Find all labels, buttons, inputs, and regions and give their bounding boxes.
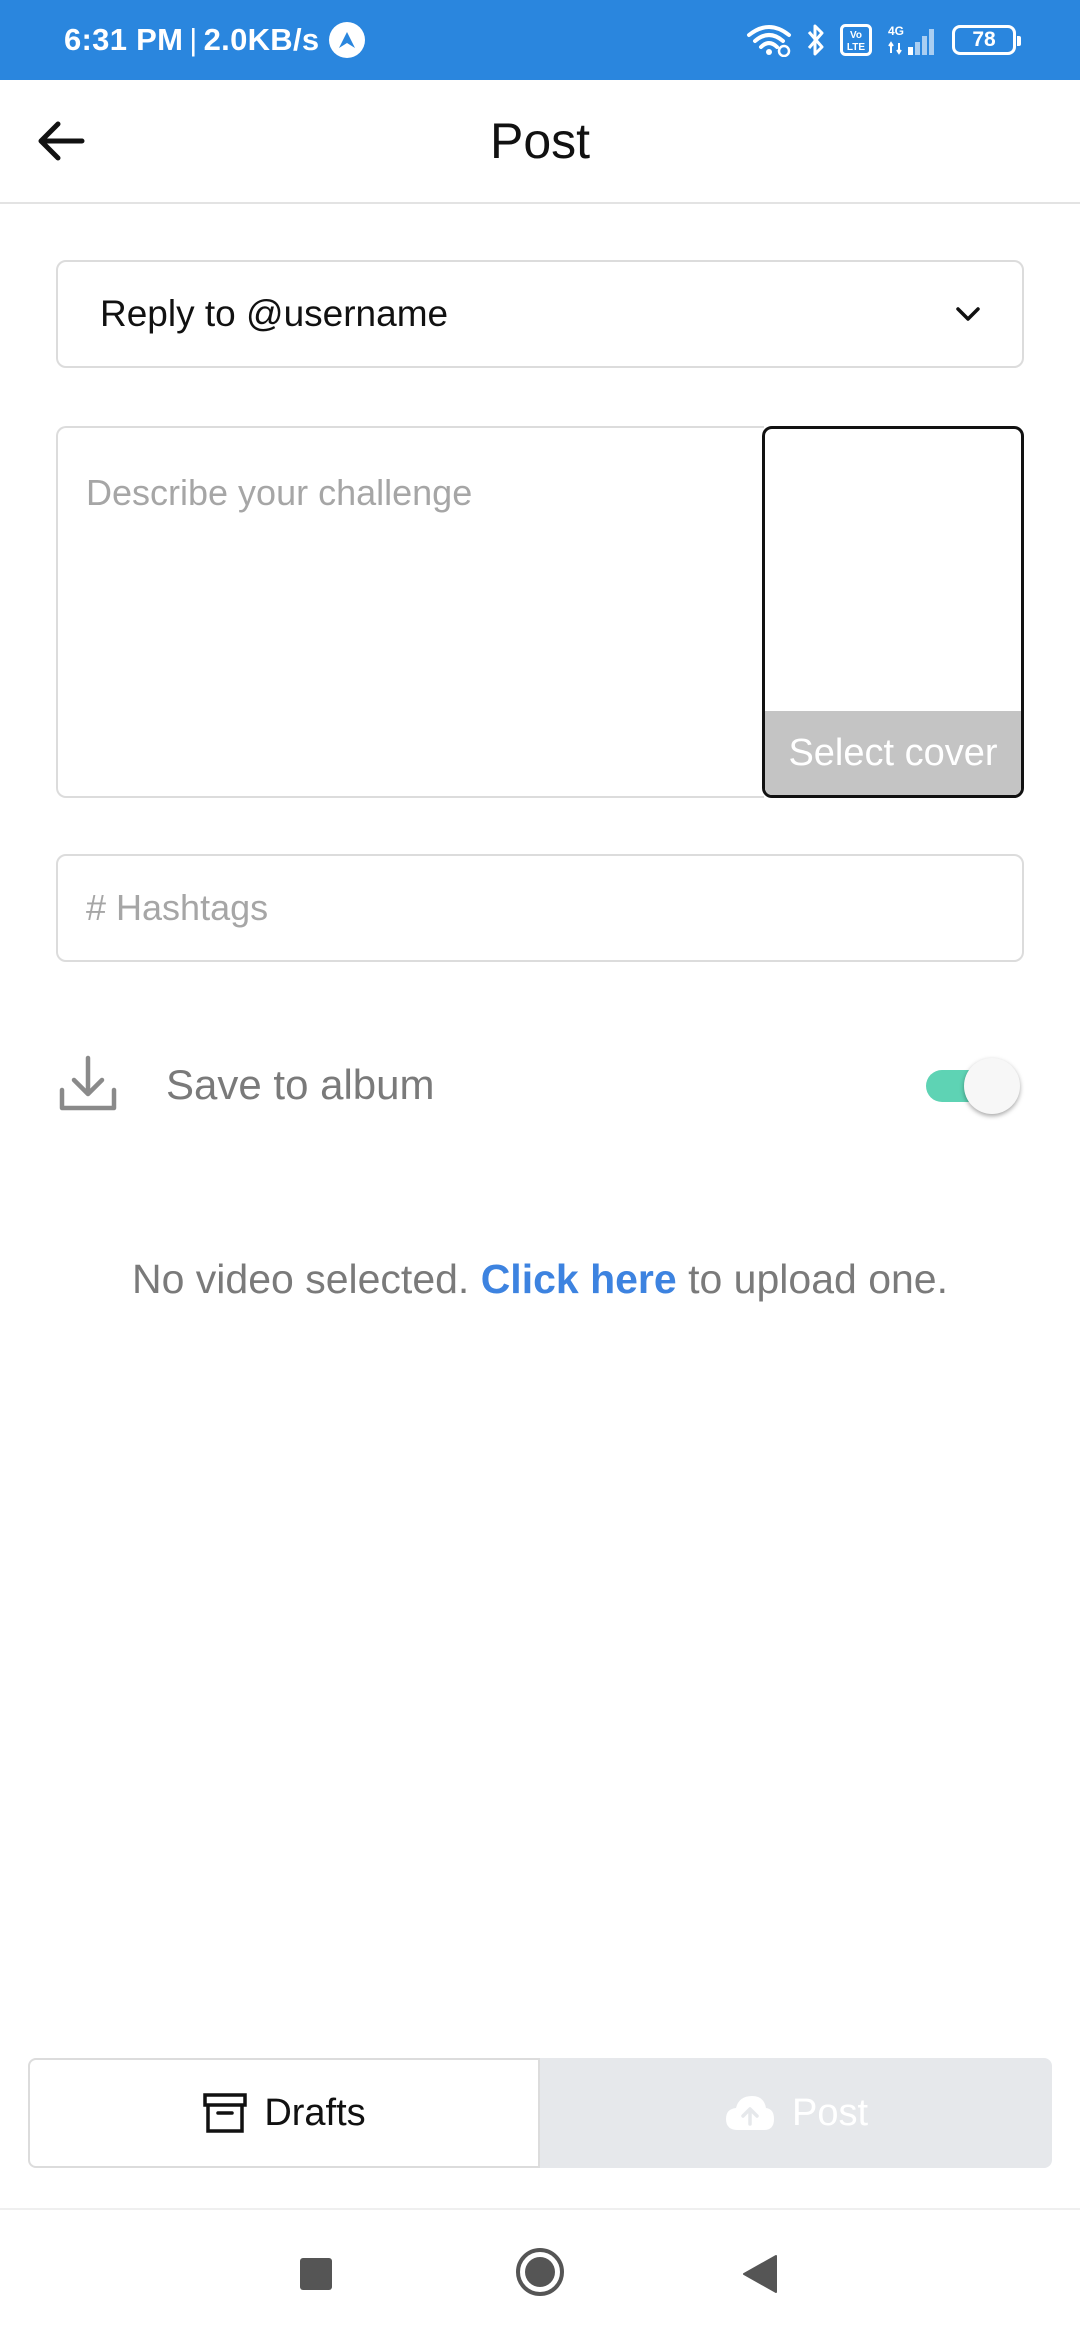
download-icon [59, 1055, 117, 1111]
cellular-signal-icon: 4G [886, 23, 938, 57]
status-bar-right: Vo LTE 4G 78 [746, 0, 1021, 80]
upload-message-prefix: No video selected. [132, 1256, 481, 1302]
navigation-app-icon [329, 22, 366, 58]
toggle-thumb [964, 1058, 1020, 1114]
back-triangle-icon[interactable] [742, 2254, 778, 2294]
app-bar: Post [0, 80, 1080, 204]
drafts-button[interactable]: Drafts [28, 2058, 540, 2168]
home-icon[interactable] [514, 2246, 566, 2298]
archive-box-icon [203, 2093, 248, 2133]
drafts-label: Drafts [264, 2091, 366, 2134]
save-to-album-row: Save to album [56, 1040, 1024, 1130]
reply-to-select[interactable]: Reply to @username [56, 260, 1024, 368]
save-to-album-toggle[interactable] [924, 1058, 1020, 1114]
bluetooth-icon [806, 23, 826, 57]
hashtags-input[interactable] [56, 854, 1024, 962]
bottom-action-bar: Drafts Post [28, 2058, 1052, 2168]
save-to-album-label: Save to album [166, 1061, 435, 1108]
upload-link[interactable]: Click here [481, 1256, 677, 1302]
recent-apps-icon[interactable] [300, 2258, 332, 2290]
select-cover-button[interactable]: Select cover [762, 426, 1024, 798]
post-label: Post [791, 2091, 869, 2134]
status-bar: 6:31 PM | 2.0KB/s Vo LTE 4G 78 [0, 0, 1080, 80]
page-title: Post [489, 113, 591, 169]
challenge-description-input[interactable] [56, 426, 764, 798]
wifi-icon [746, 23, 792, 57]
status-separator: | [189, 22, 198, 57]
upload-message: No video selected. Click here to upload … [0, 1256, 1080, 1303]
svg-text:LTE: LTE [847, 42, 865, 53]
status-time: 6:31 PM [64, 22, 184, 57]
volte-icon: Vo LTE [840, 24, 872, 56]
reply-to-value: Reply to @username [100, 293, 449, 334]
upload-message-suffix: to upload one. [676, 1256, 948, 1302]
battery-level: 78 [972, 28, 996, 51]
svg-text:4G: 4G [888, 24, 904, 38]
battery-icon: 78 [952, 25, 1021, 55]
post-button[interactable]: Post [540, 2058, 1052, 2168]
select-cover-label: Select cover [765, 711, 1021, 795]
status-bar-left: 6:31 PM | 2.0KB/s [64, 0, 366, 80]
cloud-upload-icon [725, 2096, 774, 2130]
svg-text:Vo: Vo [850, 30, 862, 41]
system-navigation-bar [0, 2210, 1080, 2340]
network-speed: 2.0KB/s [203, 22, 320, 57]
chevron-down-icon [956, 307, 980, 321]
